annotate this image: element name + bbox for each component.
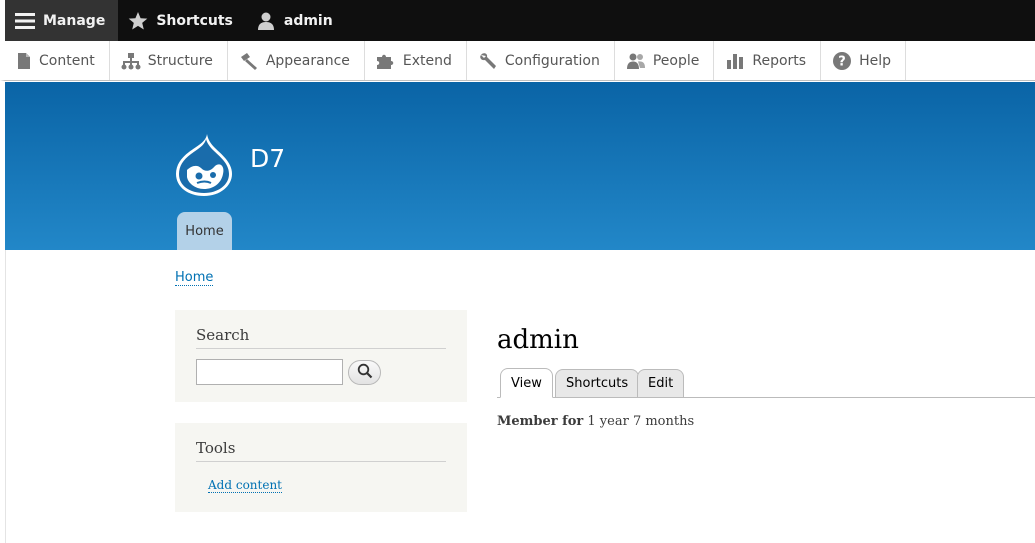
tray-item-help[interactable]: ? Help — [821, 41, 906, 80]
admin-toolbar: Manage Shortcuts admin — [0, 0, 1035, 41]
user-icon — [256, 11, 276, 31]
sitemap-icon — [121, 52, 141, 70]
search-input[interactable] — [196, 359, 343, 385]
tray-item-label: Extend — [402, 52, 452, 69]
tray-item-label: Structure — [147, 52, 213, 69]
tray-item-label: Appearance — [265, 52, 350, 69]
tray-item-reports[interactable]: Reports — [714, 41, 822, 80]
toolbar-manage-label: Manage — [43, 12, 106, 29]
toolbar-user-tab[interactable]: admin — [246, 0, 346, 41]
drupal-logo-icon[interactable] — [173, 132, 235, 198]
member-for-label: Member for — [497, 414, 584, 429]
tray-item-configuration[interactable]: Configuration — [467, 41, 615, 80]
tab-shortcuts[interactable]: Shortcuts — [555, 369, 640, 397]
help-icon: ? — [832, 51, 852, 71]
tray-item-people[interactable]: People — [615, 41, 715, 80]
star-icon — [128, 11, 148, 31]
search-block: Search — [175, 310, 467, 402]
tab-edit[interactable]: Edit — [637, 369, 685, 397]
tray-item-label: Reports — [752, 52, 807, 69]
tray-item-label: Configuration — [504, 52, 600, 69]
primary-tab-home[interactable]: Home — [177, 212, 232, 250]
tools-block-title: Tools — [196, 439, 446, 462]
page-divider — [5, 250, 6, 543]
member-for-value: 1 year 7 months — [587, 414, 695, 429]
toolbar-shortcuts-tab[interactable]: Shortcuts — [118, 0, 246, 41]
toolbar-tray: Content Structure Appearance Extend Conf… — [0, 41, 1035, 81]
wrench-icon — [478, 52, 498, 70]
hamburger-icon — [15, 12, 35, 30]
breadcrumb-home[interactable]: Home — [175, 270, 214, 286]
tray-item-structure[interactable]: Structure — [110, 41, 228, 80]
tabs-divider — [497, 397, 1035, 398]
site-name[interactable]: D7 — [250, 144, 285, 173]
search-block-title: Search — [196, 326, 446, 349]
tray-item-label: Help — [859, 52, 891, 69]
tray-item-label: Content — [39, 52, 95, 69]
toolbar-shortcuts-label: Shortcuts — [156, 12, 233, 29]
toolbar-manage-tab[interactable]: Manage — [5, 0, 119, 41]
paintbrush-icon — [239, 52, 259, 70]
search-icon — [357, 363, 373, 383]
file-icon — [16, 52, 32, 70]
puzzle-icon — [376, 52, 396, 70]
site-header: D7 Home — [5, 82, 1035, 250]
add-content-link[interactable]: Add content — [208, 478, 282, 493]
tray-item-extend[interactable]: Extend — [365, 41, 467, 80]
search-button[interactable] — [348, 360, 381, 385]
tray-item-label: People — [652, 52, 700, 69]
people-icon — [626, 52, 646, 70]
tab-view[interactable]: View — [500, 368, 553, 398]
bar-chart-icon — [725, 52, 745, 70]
tools-block: Tools Add content — [175, 423, 467, 512]
tray-item-appearance[interactable]: Appearance — [228, 41, 365, 80]
toolbar-user-label: admin — [283, 12, 333, 29]
page-title: admin — [497, 325, 579, 355]
svg-text:?: ? — [838, 54, 846, 69]
tray-item-content[interactable]: Content — [5, 41, 110, 80]
member-for-info: Member for 1 year 7 months — [497, 414, 694, 429]
